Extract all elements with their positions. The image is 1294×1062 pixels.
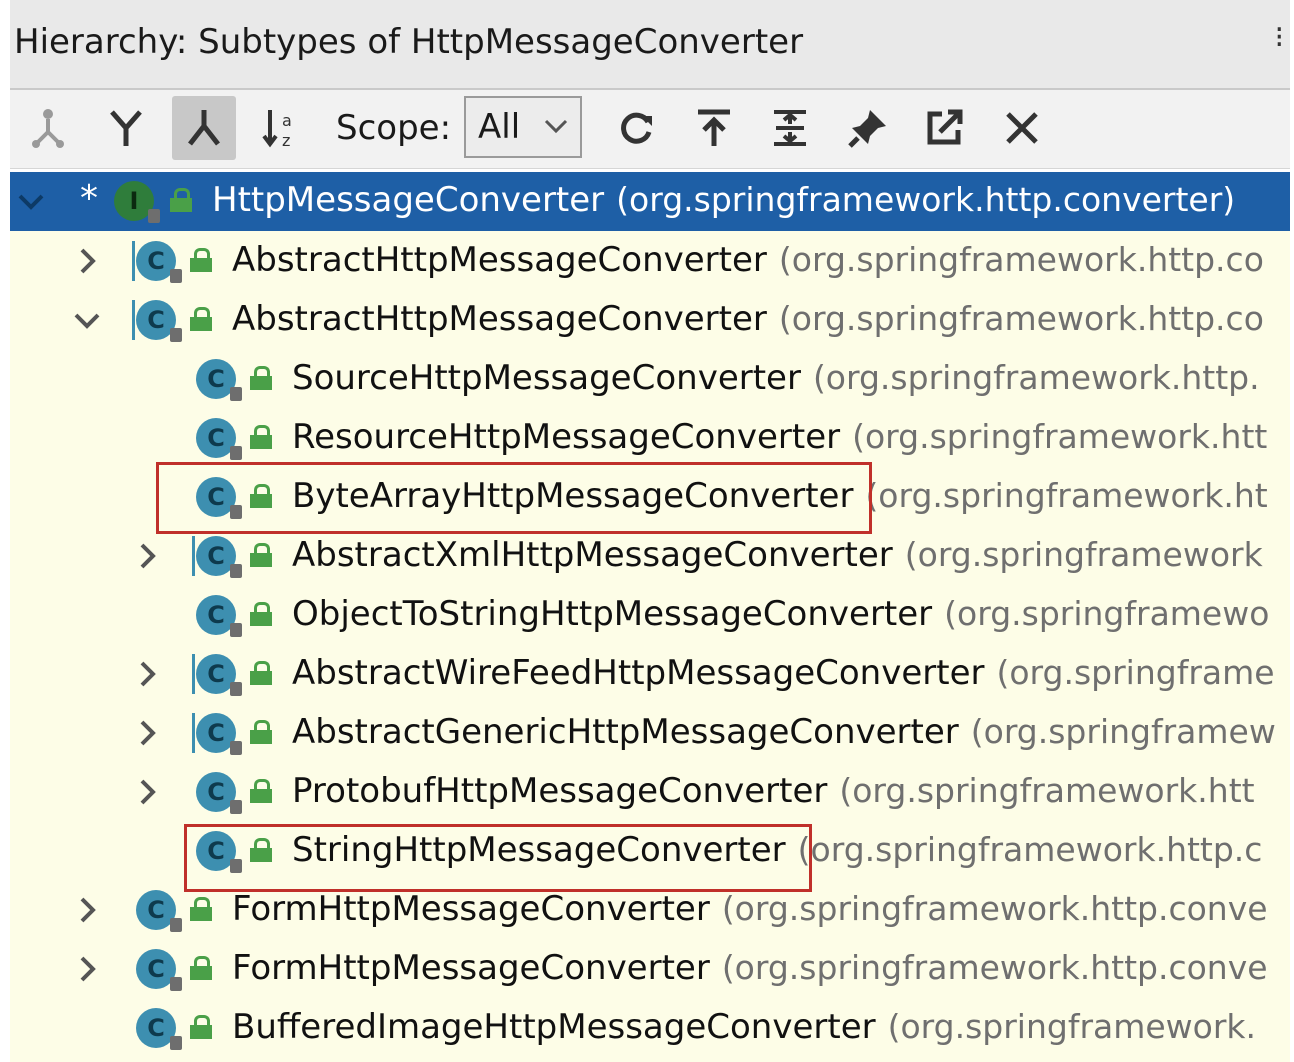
tree-row-text: AbstractHttpMessageConverter (org.springf… [232, 299, 1264, 339]
abstract-class-icon: C [192, 713, 242, 755]
tree-row[interactable]: C SourceHttpMessageConverter (org.springf… [10, 350, 1290, 409]
chevron-right-icon[interactable] [132, 718, 162, 748]
abstract-class-icon: C [192, 654, 242, 696]
sort-alphabetically-icon[interactable]: az [250, 96, 314, 160]
subtypes-icon[interactable] [172, 96, 236, 160]
svg-text:z: z [282, 131, 290, 150]
public-visibility-icon [250, 661, 272, 685]
public-visibility-icon [250, 425, 272, 449]
tree-row-text: FormHttpMessageConverter (org.springframe… [232, 948, 1268, 988]
tree-row-text: ProtobufHttpMessageConverter (org.springf… [292, 771, 1255, 811]
highlight-box-bytearray [156, 462, 872, 534]
tree-row-text: AbstractHttpMessageConverter (org.springf… [232, 240, 1264, 280]
scope-value: All [478, 107, 521, 147]
chevron-down-icon [544, 119, 568, 134]
svg-text:a: a [282, 111, 292, 130]
hierarchy-toolbar: az Scope: All [10, 90, 1290, 169]
public-visibility-icon [250, 366, 272, 390]
chevron-down-icon[interactable] [72, 305, 102, 335]
expand-all-icon[interactable] [758, 96, 822, 160]
tree-row[interactable]: C BufferedImageHttpMessageConverter (org.… [10, 999, 1290, 1058]
open-in-window-icon[interactable] [912, 96, 976, 160]
tree-row[interactable]: C FormHttpMessageConverter (org.springfra… [10, 940, 1290, 999]
tree-row-text: SourceHttpMessageConverter (org.springfra… [292, 358, 1260, 398]
tree-row-text: AbstractGenericHttpMessageConverter (org.… [292, 712, 1276, 752]
tree-row[interactable]: C ProtobufHttpMessageConverter (org.sprin… [10, 763, 1290, 822]
tree-row-root[interactable]: * I HttpMessageConverter (org.springframe… [10, 172, 1290, 231]
chevron-right-icon[interactable] [132, 659, 162, 689]
chevron-right-icon[interactable] [72, 246, 102, 276]
tree-row[interactable]: C ObjectToStringHttpMessageConverter (org… [10, 586, 1290, 645]
chevron-right-icon[interactable] [72, 954, 102, 984]
pin-icon[interactable] [836, 96, 900, 160]
refresh-icon[interactable] [604, 96, 668, 160]
class-icon: C [196, 595, 242, 637]
asterisk-icon: * [80, 178, 98, 219]
class-icon: C [136, 949, 182, 991]
tree-row[interactable]: C AbstractGenericHttpMessageConverter (or… [10, 704, 1290, 763]
tree-row[interactable]: C AbstractHttpMessageConverter (org.sprin… [10, 291, 1290, 350]
tree-row-text: ObjectToStringHttpMessageConverter (org.s… [292, 594, 1270, 634]
tree-row-text: HttpMessageConverter (org.springframework… [212, 180, 1236, 220]
tree-row-text: ResourceHttpMessageConverter (org.springf… [292, 417, 1268, 457]
public-visibility-icon [190, 956, 212, 980]
tree-row-text: FormHttpMessageConverter (org.springframe… [232, 889, 1268, 929]
type-hierarchy-icon[interactable] [16, 96, 80, 160]
public-visibility-icon [190, 307, 212, 331]
chevron-right-icon[interactable] [72, 895, 102, 925]
public-visibility-icon [250, 779, 272, 803]
public-visibility-icon [250, 602, 272, 626]
class-icon: C [196, 772, 242, 814]
abstract-class-icon: C [192, 536, 242, 578]
public-visibility-icon [190, 1015, 212, 1039]
class-icon: C [196, 359, 242, 401]
public-visibility-icon [250, 543, 272, 567]
tree-row-text: AbstractXmlHttpMessageConverter (org.spri… [292, 535, 1263, 575]
supertypes-icon[interactable] [94, 96, 158, 160]
public-visibility-icon [250, 720, 272, 744]
hierarchy-panel: Hierarchy: Subtypes of HttpMessageConver… [10, 0, 1290, 1062]
tree-row[interactable]: C AbstractWireFeedHttpMessageConverter (o… [10, 645, 1290, 704]
scope-label: Scope: [336, 108, 452, 148]
tree-row-text: BufferedImageHttpMessageConverter (org.sp… [232, 1007, 1257, 1047]
chevron-down-icon[interactable] [16, 186, 46, 216]
class-icon: C [196, 418, 242, 460]
close-icon[interactable] [990, 96, 1054, 160]
export-icon[interactable] [682, 96, 746, 160]
abstract-class-icon: C [132, 300, 182, 342]
tree-row-text: AbstractWireFeedHttpMessageConverter (org… [292, 653, 1275, 693]
highlight-box-string [184, 824, 812, 892]
tree-row[interactable]: C AbstractHttpMessageConverter (org.sprin… [10, 232, 1290, 291]
public-visibility-icon [190, 897, 212, 921]
tree-row[interactable]: C AbstractXmlHttpMessageConverter (org.sp… [10, 527, 1290, 586]
scope-dropdown[interactable]: All [464, 96, 582, 158]
public-visibility-icon [190, 248, 212, 272]
panel-title: Hierarchy: Subtypes of HttpMessageConver… [14, 22, 804, 62]
public-visibility-icon [170, 188, 192, 212]
tree-row[interactable]: C ResourceHttpMessageConverter (org.sprin… [10, 409, 1290, 468]
hierarchy-tree: * I HttpMessageConverter (org.springframe… [10, 172, 1290, 1062]
chevron-right-icon[interactable] [132, 541, 162, 571]
more-vertical-icon[interactable]: ⁝ [1274, 20, 1284, 55]
class-icon: C [136, 890, 182, 932]
panel-title-bar: Hierarchy: Subtypes of HttpMessageConver… [10, 0, 1290, 90]
abstract-class-icon: C [132, 241, 182, 283]
class-icon: C [136, 1008, 182, 1050]
interface-icon: I [114, 181, 160, 223]
chevron-right-icon[interactable] [132, 777, 162, 807]
